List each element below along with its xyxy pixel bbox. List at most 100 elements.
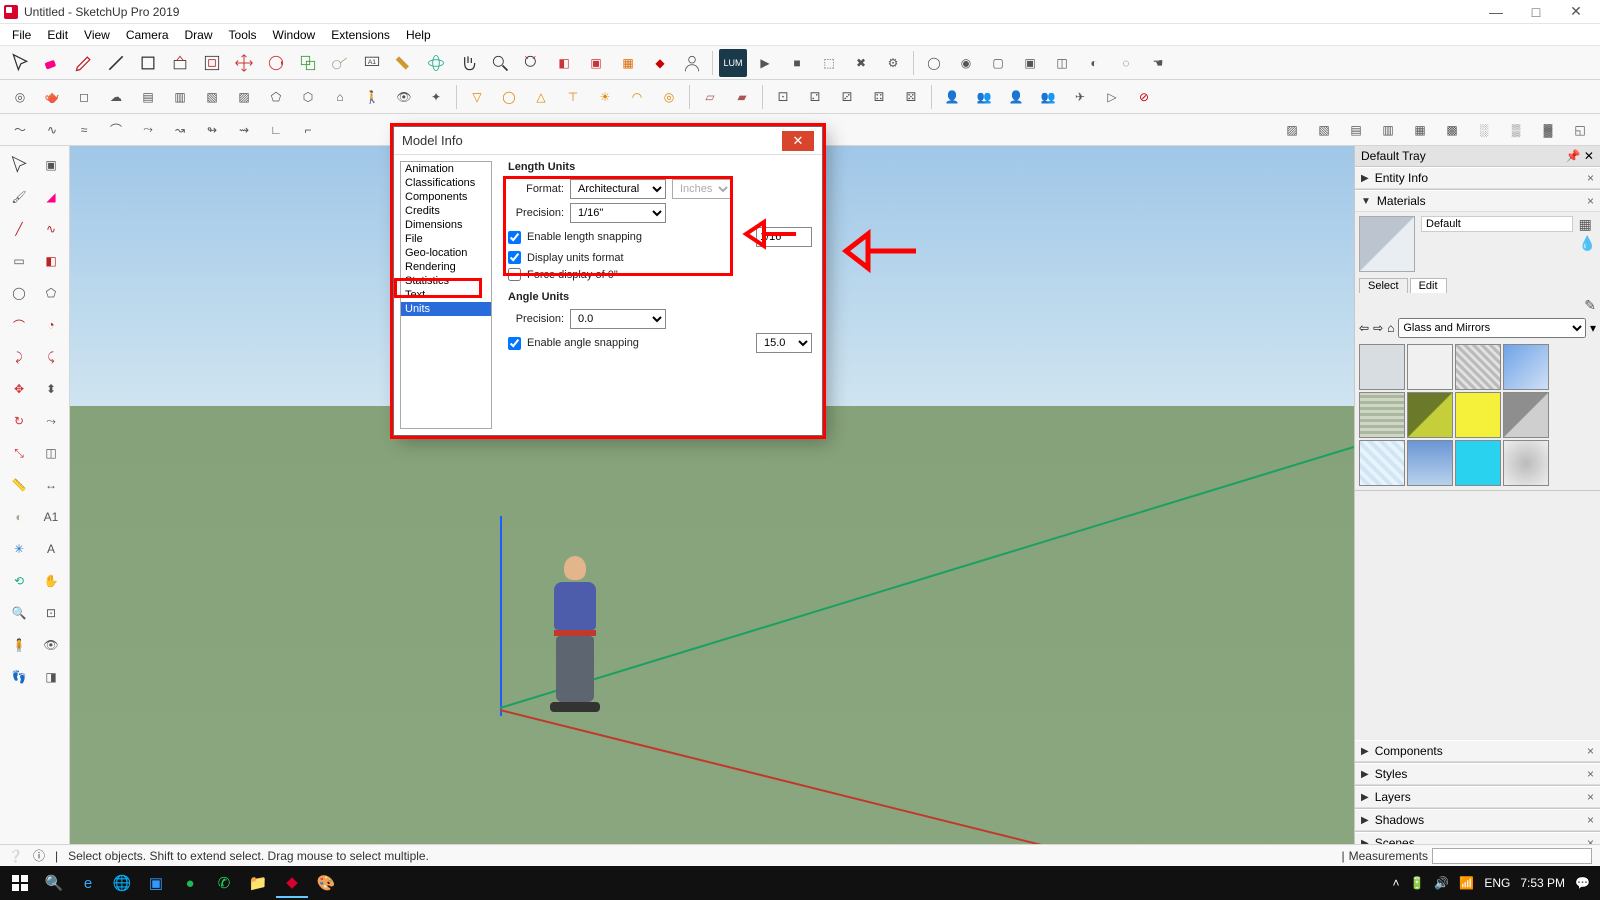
orbit-tool-icon[interactable] <box>422 49 450 77</box>
material-name-field[interactable]: Default <box>1421 216 1573 232</box>
menu-window[interactable]: Window <box>267 26 322 44</box>
scene-add-icon[interactable]: ⬚ <box>815 49 843 77</box>
tool-polygon-icon[interactable]: ⬠ <box>36 278 66 308</box>
stop-icon[interactable]: ■ <box>783 49 811 77</box>
menu-camera[interactable]: Camera <box>120 26 175 44</box>
enable-angle-snap-checkbox[interactable] <box>508 337 521 350</box>
component-4-icon[interactable]: 👥 <box>1034 83 1062 111</box>
tool-pie-icon[interactable]: ◔ <box>36 310 66 340</box>
material-swatch-1[interactable] <box>1407 344 1453 390</box>
sandbox-6-icon[interactable]: ◠ <box>623 83 651 111</box>
explorer-icon[interactable]: 📁 <box>242 868 274 898</box>
tool-section-icon[interactable]: ◨ <box>36 662 66 692</box>
panel-close-icon[interactable]: × <box>1587 767 1594 781</box>
section-fill-icon[interactable]: ▨ <box>230 83 258 111</box>
tool-paint-icon[interactable]: 🖌 <box>4 182 34 212</box>
wifi-icon[interactable]: 📶 <box>1459 876 1474 890</box>
tool-arc-icon[interactable]: ⌒ <box>4 310 34 340</box>
category-file[interactable]: File <box>401 232 491 246</box>
search-icon[interactable]: 🔍 <box>38 868 70 898</box>
look-icon[interactable]: 👁 <box>390 83 418 111</box>
tool-pan2-icon[interactable]: ✋ <box>36 566 66 596</box>
solid-trim-icon[interactable]: ▣ <box>1016 49 1044 77</box>
material-swatch-6[interactable] <box>1455 392 1501 438</box>
material-swatch-8[interactable] <box>1359 440 1405 486</box>
category-units[interactable]: Units <box>401 302 491 316</box>
menu-extensions[interactable]: Extensions <box>325 26 396 44</box>
hatch-9-icon[interactable]: ▓ <box>1534 116 1562 144</box>
panel-styles[interactable]: ▶Styles× <box>1355 763 1600 786</box>
material-home-icon[interactable]: ⌂ <box>1387 321 1394 335</box>
flag-icon[interactable]: ▷ <box>1098 83 1126 111</box>
view-iso-icon[interactable]: ⬠ <box>262 83 290 111</box>
force-zero-checkbox[interactable] <box>508 268 521 281</box>
dice-1-icon[interactable]: ⚀ <box>769 83 797 111</box>
menu-view[interactable]: View <box>78 26 116 44</box>
tool-rotate2-icon[interactable]: ↻ <box>4 406 34 436</box>
extension-warehouse-icon[interactable]: ▣ <box>582 49 610 77</box>
solid-split-icon[interactable]: ◫ <box>1048 49 1076 77</box>
tool-3dtext-icon[interactable]: A <box>36 534 66 564</box>
sandbox-4-icon[interactable]: ⊤ <box>559 83 587 111</box>
dice-3-icon[interactable]: ⚂ <box>833 83 861 111</box>
category-components[interactable]: Components <box>401 190 491 204</box>
material-swatch-5[interactable] <box>1407 392 1453 438</box>
eyedropper-icon[interactable]: ✎ <box>1584 297 1596 314</box>
chrome-icon[interactable]: 🌐 <box>106 868 138 898</box>
category-rendering[interactable]: Rendering <box>401 260 491 274</box>
hatch-5-icon[interactable]: ▦ <box>1406 116 1434 144</box>
section-display-icon[interactable]: ▥ <box>166 83 194 111</box>
component-3-icon[interactable]: 👤 <box>1002 83 1030 111</box>
hatch-1-icon[interactable]: ▨ <box>1278 116 1306 144</box>
menu-draw[interactable]: Draw <box>179 26 219 44</box>
tool-offset2-icon[interactable]: ◫ <box>36 438 66 468</box>
settings-icon[interactable]: ⚙ <box>879 49 907 77</box>
category-geo-location[interactable]: Geo-location <box>401 246 491 260</box>
dice-4-icon[interactable]: ⚃ <box>865 83 893 111</box>
line-tool-icon[interactable] <box>102 49 130 77</box>
format-select[interactable]: Architectural <box>570 179 666 199</box>
panel-close-icon[interactable]: × <box>1587 194 1594 208</box>
paint-tool-icon[interactable] <box>390 49 418 77</box>
offset-tool-icon[interactable] <box>198 49 226 77</box>
category-credits[interactable]: Credits <box>401 204 491 218</box>
maximize-button[interactable]: □ <box>1516 0 1556 24</box>
sandbox-5-icon[interactable]: ☀ <box>591 83 619 111</box>
curve-1-icon[interactable]: 〜 <box>6 116 34 144</box>
solid-intersect-icon[interactable]: ◉ <box>952 49 980 77</box>
tool-eraser-icon[interactable]: ◢ <box>36 182 66 212</box>
start-button[interactable] <box>4 868 36 898</box>
material-swatch-0[interactable] <box>1359 344 1405 390</box>
solid-subtract-icon[interactable]: ▢ <box>984 49 1012 77</box>
scale-tool-icon[interactable] <box>294 49 322 77</box>
tool-position-icon[interactable]: 🧍 <box>4 630 34 660</box>
zoom-tool-icon[interactable] <box>486 49 514 77</box>
position-camera-icon[interactable]: ✦ <box>422 83 450 111</box>
zoom-extents-icon[interactable] <box>518 49 546 77</box>
xray-icon[interactable]: ◌ <box>1112 49 1140 77</box>
tool-3parc-icon[interactable]: ⤹ <box>36 342 66 372</box>
hatch-8-icon[interactable]: ▒ <box>1502 116 1530 144</box>
dice-5-icon[interactable]: ⚄ <box>897 83 925 111</box>
front-view-icon[interactable]: ◻ <box>70 83 98 111</box>
angle-precision-select[interactable]: 0.0 <box>570 309 666 329</box>
curve-4-icon[interactable]: ⌒ <box>102 116 130 144</box>
corner-icon[interactable]: ⌐ <box>294 116 322 144</box>
lumion-icon[interactable]: LUM <box>719 49 747 77</box>
tape-tool-icon[interactable] <box>326 49 354 77</box>
app-icon-1[interactable]: ▣ <box>140 868 172 898</box>
angle-icon[interactable]: ∟ <box>262 116 290 144</box>
curve-2-icon[interactable]: ∿ <box>38 116 66 144</box>
dialog-header[interactable]: Model Info ✕ <box>394 127 822 155</box>
language-indicator[interactable]: ENG <box>1484 876 1510 890</box>
whatsapp-icon[interactable]: ✆ <box>208 868 240 898</box>
ruby-icon[interactable]: ◆ <box>646 49 674 77</box>
component-2-icon[interactable]: 👥 <box>970 83 998 111</box>
sandbox-7-icon[interactable]: ◎ <box>655 83 683 111</box>
material-swatch-3[interactable] <box>1503 344 1549 390</box>
category-dimensions[interactable]: Dimensions <box>401 218 491 232</box>
material-swatch-10[interactable] <box>1455 440 1501 486</box>
enable-length-snap-checkbox[interactable] <box>508 231 521 244</box>
curve-3-icon[interactable]: ≈ <box>70 116 98 144</box>
material-back-icon[interactable]: ⇦ <box>1359 321 1369 335</box>
